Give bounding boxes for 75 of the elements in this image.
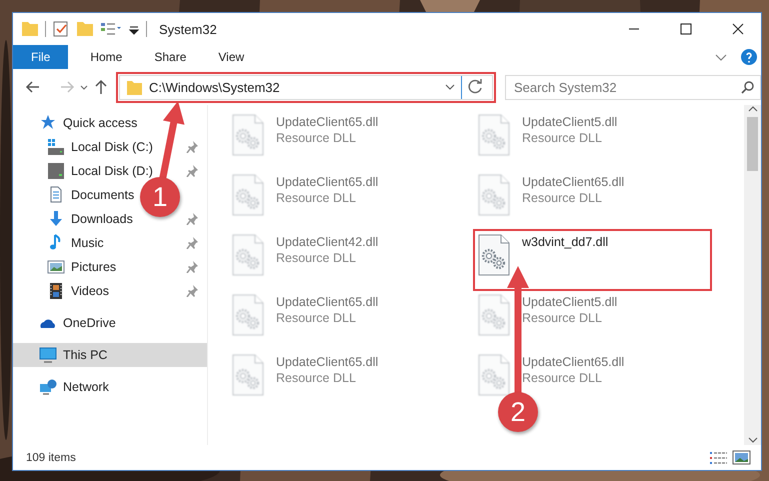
large-icons-view-icon[interactable]	[732, 449, 751, 466]
maximize-icon[interactable]	[680, 23, 692, 35]
scroll-down-icon	[748, 435, 758, 445]
drive-icon	[47, 162, 65, 180]
file-item[interactable]: UpdateClient5.dll Resource DLL	[475, 111, 710, 169]
file-item[interactable]: UpdateClient65.dll Resource DLL	[229, 111, 464, 169]
sidebar-item[interactable]: Downloads	[13, 207, 141, 231]
download-arrow-icon	[47, 210, 65, 228]
star-icon	[39, 114, 57, 132]
file-item[interactable]: UpdateClient65.dll Resource DLL	[229, 351, 464, 409]
file-name: UpdateClient65.dll	[276, 114, 378, 130]
sidebar-item[interactable]: Pictures	[13, 255, 124, 279]
file-type: Resource DLL	[522, 370, 603, 386]
ribbon-tab[interactable]: Share	[138, 45, 202, 69]
file-name: UpdateClient65.dll	[276, 294, 378, 310]
file-type: Resource DLL	[522, 310, 603, 326]
file-item[interactable]: UpdateClient65.dll Resource DLL	[229, 291, 464, 349]
pin-icon[interactable]	[186, 164, 199, 177]
file-name: w3dvint_dd7.dll	[522, 234, 608, 250]
file-type: Resource DLL	[276, 250, 357, 266]
refresh-icon[interactable]	[468, 79, 484, 95]
file-type: Resource DLL	[276, 310, 357, 326]
file-name: UpdateClient65.dll	[276, 354, 378, 370]
dropdown-caret-icon[interactable]	[445, 82, 455, 92]
file-item[interactable]: w3dvint_dd7.dll	[475, 231, 710, 289]
folder-icon	[126, 78, 143, 96]
drive-icon	[47, 138, 65, 156]
search-icon[interactable]	[741, 80, 754, 94]
file-name: UpdateClient65.dll	[522, 354, 624, 370]
back-arrow-icon[interactable]	[25, 79, 41, 95]
pin-icon[interactable]	[186, 236, 199, 249]
up-arrow-icon[interactable]	[93, 79, 109, 95]
pin-icon[interactable]	[186, 260, 199, 273]
file-menu-tab[interactable]: File	[13, 45, 68, 69]
scroll-thumb[interactable]	[747, 117, 758, 171]
pictures-icon	[47, 258, 65, 276]
file-name: UpdateClient42.dll	[276, 234, 378, 250]
pin-icon[interactable]	[186, 212, 199, 225]
film-strip-icon	[47, 282, 65, 300]
file-type: Resource DLL	[276, 130, 357, 146]
file-type: Resource DLL	[522, 190, 603, 206]
file-item[interactable]: UpdateClient65.dll Resource DLL	[229, 171, 464, 229]
network-icon	[39, 378, 57, 396]
help-icon[interactable]	[741, 49, 757, 65]
properties-icon[interactable]	[52, 20, 70, 38]
pin-icon[interactable]	[186, 284, 199, 297]
file-name: UpdateClient5.dll	[522, 114, 618, 130]
file-type: Resource DLL	[276, 370, 357, 386]
ribbon-tab[interactable]: View	[202, 45, 260, 69]
file-item[interactable]: UpdateClient5.dll Resource DLL	[475, 291, 710, 349]
monitor-icon	[39, 346, 57, 364]
sidebar-item[interactable]: Videos	[13, 279, 117, 303]
file-name: UpdateClient5.dll	[522, 294, 618, 310]
sidebar-item[interactable]: Local Disk (C:)	[13, 135, 161, 159]
pin-icon[interactable]	[186, 140, 199, 153]
sidebar-item[interactable]: Music	[13, 231, 112, 255]
sidebar-item[interactable]: This PC	[13, 343, 207, 367]
sidebar-item[interactable]: Network	[13, 375, 117, 399]
search-field[interactable]: Search System32	[505, 74, 761, 100]
item-count: 109 items	[26, 452, 77, 464]
sidebar-item[interactable]: OneDrive	[13, 311, 124, 335]
ribbon-tab[interactable]: Home	[74, 45, 138, 69]
file-item[interactable]: UpdateClient65.dll Resource DLL	[475, 171, 710, 229]
file-type: Resource DLL	[522, 130, 603, 146]
file-type: Resource DLL	[276, 190, 357, 206]
close-icon[interactable]	[732, 23, 744, 35]
window-title: System32	[159, 22, 218, 36]
file-name: UpdateClient65.dll	[522, 174, 624, 190]
ribbon-expand-caret-icon[interactable]	[715, 52, 727, 62]
details-view-icon[interactable]	[709, 450, 728, 466]
sidebar-item[interactable]: Documents	[13, 183, 142, 207]
sidebar-item[interactable]: Quick access	[13, 111, 146, 135]
scrollbar[interactable]	[744, 105, 761, 445]
file-name: UpdateClient65.dll	[276, 174, 378, 190]
file-item[interactable]: UpdateClient42.dll Resource DLL	[229, 231, 464, 289]
